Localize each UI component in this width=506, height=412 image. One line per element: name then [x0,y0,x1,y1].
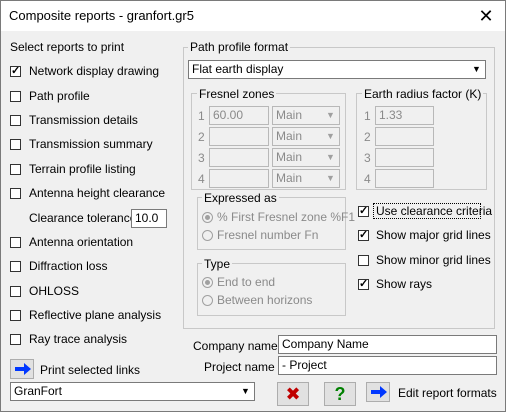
end-to-end-label[interactable]: End to end [217,275,275,289]
cancel-button[interactable]: ✖ [277,382,309,406]
project-name-label: Project name [204,360,275,374]
right-arrow-icon [15,363,31,375]
fresnel-zone-2-type-select[interactable]: Main ▼ [272,127,340,146]
edit-report-formats-label: Edit report formats [398,386,497,400]
ray-trace-analysis-label[interactable]: Ray trace analysis [29,332,127,346]
first-fresnel-zone-label[interactable]: % First Fresnel zone %F1 [217,210,355,224]
fresnel-number-radio[interactable] [202,230,213,241]
show-minor-grid-lines-checkbox[interactable] [358,255,369,266]
reflective-plane-analysis-label[interactable]: Reflective plane analysis [29,308,161,322]
fresnel-row-number: 2 [198,130,205,144]
first-fresnel-zone-radio[interactable] [202,212,213,223]
help-question-icon: ? [334,384,346,404]
fresnel-zone-2-type-value: Main [276,129,303,143]
fresnel-zone-3-type-select[interactable]: Main ▼ [272,148,340,167]
chevron-down-icon: ▼ [326,110,335,120]
chevron-down-icon: ▼ [241,386,250,396]
title-bar: Composite reports - granfort.gr5 ✕ [1,1,505,31]
fresnel-row-number: 3 [198,151,205,165]
expressed-as-label: Expressed as [202,191,279,205]
fresnel-row-number: 4 [198,172,205,186]
show-rays-checkbox[interactable] [358,277,369,290]
fresnel-zone-3-input[interactable] [209,148,269,167]
fresnel-zone-1-type-select[interactable]: Main ▼ [272,106,340,125]
show-rays-label[interactable]: Show rays [376,277,432,291]
terrain-profile-listing-label[interactable]: Terrain profile listing [29,162,136,176]
path-profile-checkbox[interactable] [10,91,21,102]
show-major-grid-lines-label[interactable]: Show major grid lines [376,228,491,242]
path-profile-label[interactable]: Path profile [29,89,90,103]
diffraction-loss-checkbox[interactable] [10,261,21,272]
fresnel-zone-4-type-select[interactable]: Main ▼ [272,169,340,188]
earth-radius-2-input[interactable] [375,127,434,146]
path-profile-format-select[interactable]: Flat earth display ▼ [188,60,486,79]
end-to-end-radio[interactable] [202,277,213,288]
edit-report-formats-button[interactable] [366,382,390,402]
antenna-height-clearance-label[interactable]: Antenna height clearance [29,186,165,200]
ohloss-checkbox[interactable] [10,286,21,297]
earth-row-number: 1 [364,109,371,123]
between-horizons-radio[interactable] [202,295,213,306]
earth-row-number: 4 [364,172,371,186]
type-label: Type [202,257,233,271]
fresnel-zone-3-type-value: Main [276,150,303,164]
print-selected-links-button[interactable] [10,359,34,379]
antenna-height-clearance-checkbox[interactable] [10,188,21,199]
company-name-label: Company name [193,339,278,353]
reflective-plane-analysis-checkbox[interactable] [10,310,21,321]
fresnel-zones-label: Fresnel zones [197,87,277,101]
fresnel-zone-4-type-value: Main [276,171,303,185]
select-reports-heading: Select reports to print [10,40,125,54]
chevron-down-icon: ▼ [326,173,335,183]
network-display-drawing-checkbox[interactable] [10,64,21,77]
ray-trace-analysis-checkbox[interactable] [10,334,21,345]
diffraction-loss-label[interactable]: Diffraction loss [29,259,107,273]
fresnel-zone-1-input[interactable]: 60.00 [209,106,269,125]
transmission-details-checkbox[interactable] [10,115,21,126]
earth-radius-4-input[interactable] [375,169,434,188]
antenna-orientation-checkbox[interactable] [10,237,21,248]
ohloss-label[interactable]: OHLOSS [29,284,79,298]
between-horizons-label[interactable]: Between horizons [217,293,312,307]
chevron-down-icon: ▼ [472,64,481,74]
composite-reports-dialog: Composite reports - granfort.gr5 ✕ Selec… [0,0,506,412]
fresnel-zone-4-input[interactable] [209,169,269,188]
print-selected-links-label: Print selected links [40,363,141,377]
window-title: Composite reports - granfort.gr5 [9,8,194,23]
show-major-grid-lines-checkbox[interactable] [358,228,369,241]
use-clearance-criteria-checkbox[interactable] [358,204,369,217]
fresnel-zone-2-input[interactable] [209,127,269,146]
close-icon[interactable]: ✕ [475,5,497,27]
earth-radius-1-input[interactable]: 1.33 [375,106,434,125]
fresnel-row-number: 1 [198,109,205,123]
report-template-value: GranFort [14,384,63,398]
earth-row-number: 2 [364,130,371,144]
right-arrow-icon [371,386,387,398]
show-minor-grid-lines-label[interactable]: Show minor grid lines [376,253,491,267]
fresnel-zone-1-type-value: Main [276,108,303,122]
chevron-down-icon: ▼ [326,152,335,162]
transmission-details-label[interactable]: Transmission details [29,113,138,127]
project-name-input[interactable]: - Project [278,356,497,375]
close-x-icon: ✖ [285,384,301,404]
terrain-profile-listing-checkbox[interactable] [10,164,21,175]
company-name-input[interactable]: Company Name [278,335,497,354]
clearance-tolerance-input[interactable]: 10.0 [131,209,167,228]
chevron-down-icon: ▼ [326,131,335,141]
earth-radius-factor-label: Earth radius factor (K) [362,87,484,101]
use-clearance-criteria-label[interactable]: Use clearance criteria [376,204,492,218]
antenna-orientation-label[interactable]: Antenna orientation [29,235,133,249]
help-button[interactable]: ? [324,382,356,406]
path-profile-format-label: Path profile format [188,40,291,54]
path-profile-format-value: Flat earth display [192,62,284,76]
earth-row-number: 3 [364,151,371,165]
transmission-summary-checkbox[interactable] [10,139,21,150]
transmission-summary-label[interactable]: Transmission summary [29,137,153,151]
network-display-drawing-label[interactable]: Network display drawing [29,64,159,78]
earth-radius-3-input[interactable] [375,148,434,167]
report-template-select[interactable]: GranFort ▼ [10,382,255,401]
clearance-tolerance-label: Clearance tolerance [29,211,137,225]
fresnel-number-label[interactable]: Fresnel number Fn [217,228,318,242]
